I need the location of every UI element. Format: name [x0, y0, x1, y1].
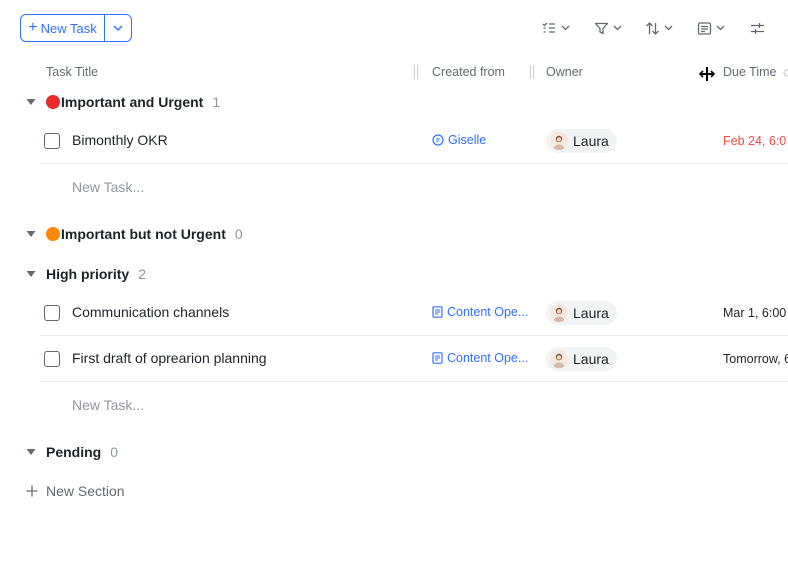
due-time[interactable]: Tomorrow, 6 — [723, 352, 788, 366]
chevron-down-icon — [716, 25, 725, 31]
new-task-button-group: + New Task — [20, 14, 132, 42]
section-header-important-urgent: Important and Urgent 1 — [26, 92, 220, 112]
task-checkbox[interactable] — [44, 133, 60, 149]
new-task-dropdown-button[interactable] — [104, 15, 131, 41]
section-count: 2 — [138, 266, 147, 282]
checklist-icon — [542, 22, 555, 33]
checklist-view-button[interactable] — [541, 18, 570, 38]
settings-sliders-icon — [751, 22, 764, 34]
created-from-link[interactable]: Content Ope... — [432, 351, 532, 365]
new-task-label: New Task — [40, 20, 97, 36]
collapse-caret-icon[interactable] — [26, 448, 38, 456]
column-header-owner[interactable]: Owner — [546, 65, 583, 79]
chevron-down-icon — [561, 25, 570, 31]
column-header-due-time[interactable]: Due Time — [723, 65, 777, 79]
collapse-caret-icon[interactable] — [26, 98, 38, 106]
avatar — [550, 132, 568, 150]
doc-icon — [432, 352, 443, 364]
new-section-button[interactable]: New Section — [26, 483, 125, 499]
collapse-caret-icon[interactable] — [26, 270, 38, 278]
chevron-down-icon — [113, 25, 123, 31]
plus-icon: + — [28, 18, 38, 36]
new-task-button[interactable]: + New Task — [21, 15, 104, 41]
group-icon — [697, 21, 712, 35]
doc-icon — [432, 306, 443, 318]
task-checkbox[interactable] — [44, 305, 60, 321]
owner-name: Laura — [573, 351, 609, 367]
section-title: Important but not Urgent — [61, 226, 226, 242]
section-count: 1 — [212, 94, 221, 110]
chat-icon — [432, 134, 444, 146]
section-header-important-not-urgent: Important but not Urgent 0 — [26, 224, 243, 244]
plus-icon — [26, 485, 38, 497]
owner-chip[interactable]: Laura — [546, 347, 617, 371]
new-task-input[interactable]: New Task... — [72, 179, 144, 195]
due-time[interactable]: Feb 24, 6:0 — [723, 134, 786, 148]
column-header-created-from[interactable]: Created from — [432, 65, 505, 79]
owner-chip[interactable]: Laura — [546, 301, 617, 325]
avatar — [550, 350, 568, 368]
owner-name: Laura — [573, 133, 609, 149]
task-title[interactable]: Bimonthly OKR — [72, 132, 168, 148]
chevron-down-icon — [613, 25, 622, 31]
new-section-label: New Section — [46, 483, 125, 499]
section-count: 0 — [110, 444, 119, 460]
sort-icon — [646, 21, 659, 35]
sort-button[interactable] — [645, 18, 673, 38]
task-title[interactable]: Communication channels — [72, 304, 229, 320]
new-task-input[interactable]: New Task... — [72, 397, 144, 413]
column-options-icon[interactable] — [783, 66, 788, 84]
column-resize-handle[interactable] — [414, 65, 418, 79]
section-title: Important and Urgent — [61, 94, 204, 110]
orange-circle-icon — [46, 227, 60, 241]
table-row[interactable]: Bimonthly OKR Giselle Laura Feb 24, 6:0 — [40, 118, 788, 164]
due-time[interactable]: Mar 1, 6:00 — [723, 306, 786, 320]
section-title: Pending — [46, 444, 102, 460]
section-header-pending: Pending 0 — [26, 442, 118, 462]
section-header-high-priority: High priority 2 — [26, 264, 146, 284]
collapse-caret-icon[interactable] — [26, 230, 38, 238]
table-row[interactable]: Communication channels Content Ope... La… — [40, 290, 788, 336]
filter-button[interactable] — [594, 18, 622, 38]
resize-cursor-icon — [698, 66, 716, 87]
owner-chip[interactable]: Laura — [546, 129, 617, 153]
field-settings-button[interactable] — [750, 18, 765, 38]
task-checkbox[interactable] — [44, 351, 60, 367]
section-count: 0 — [234, 226, 243, 242]
column-header-task-title[interactable]: Task Title — [46, 65, 98, 79]
created-from-link[interactable]: Giselle — [432, 133, 532, 147]
section-title: High priority — [46, 266, 130, 282]
chevron-down-icon — [664, 25, 673, 31]
group-by-button[interactable] — [697, 18, 725, 38]
task-title[interactable]: First draft of oprearion planning — [72, 350, 267, 366]
filter-icon — [594, 22, 609, 34]
created-from-link[interactable]: Content Ope... — [432, 305, 532, 319]
owner-name: Laura — [573, 305, 609, 321]
red-circle-icon — [46, 95, 60, 109]
avatar — [550, 304, 568, 322]
column-resize-handle[interactable] — [530, 65, 534, 79]
table-row[interactable]: First draft of oprearion planning Conten… — [40, 336, 788, 382]
